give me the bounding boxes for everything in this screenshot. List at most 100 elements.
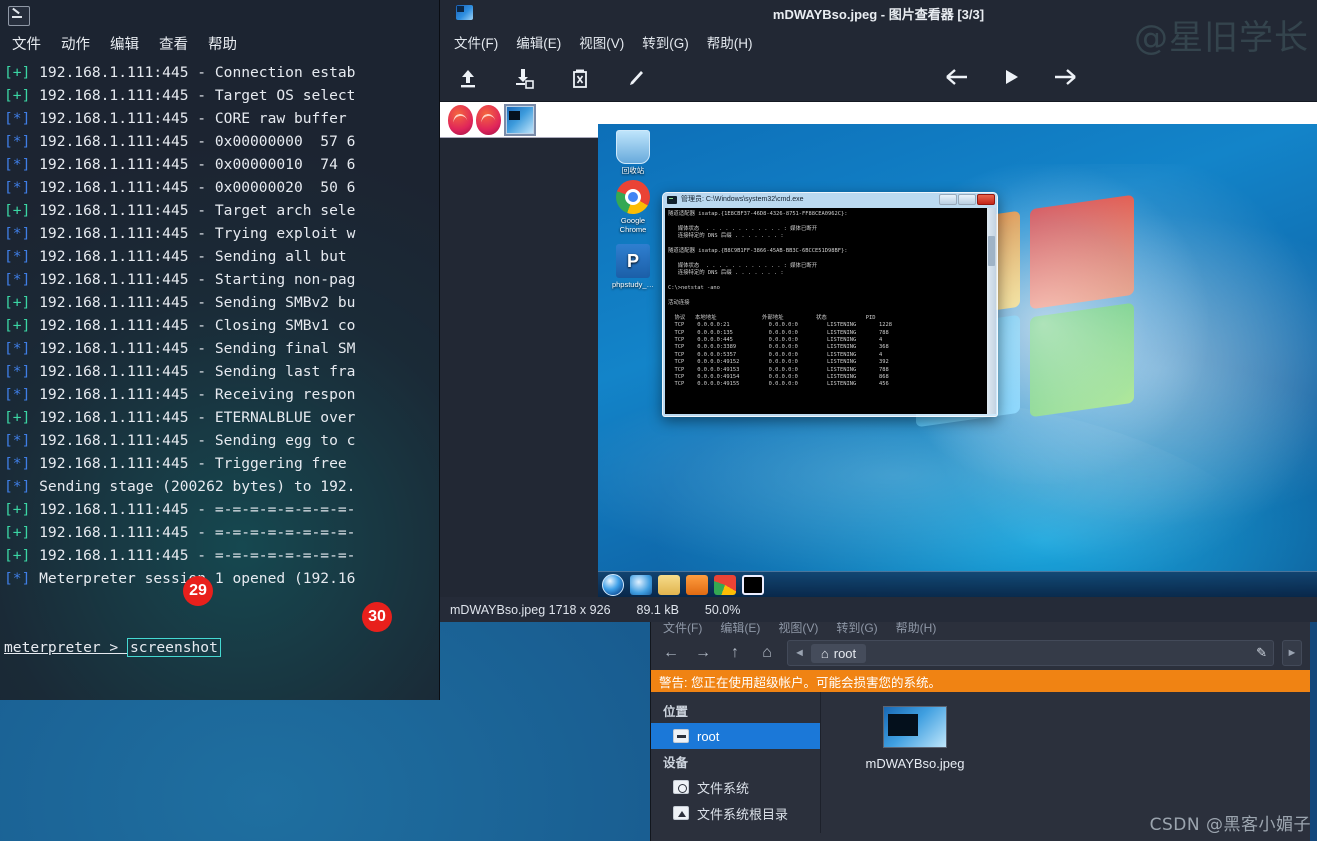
sidebar-item-filesystem[interactable]: 文件系统 <box>651 774 820 800</box>
terminal-line: [+] 192.168.1.111:445 - =-=-=-=-=-=-=-=- <box>4 498 439 521</box>
terminal-line: [*] 192.168.1.111:445 - Sending all but <box>4 245 439 268</box>
log-text: 192.168.1.111:445 - =-=-=-=-=-=-=-=- <box>30 547 356 564</box>
fm-menu-file[interactable]: 文件(F) <box>663 622 702 636</box>
home-icon[interactable]: ⌂ <box>755 641 779 665</box>
log-text: 192.168.1.111:445 - Sending all but <box>30 248 347 265</box>
next-arrow-icon[interactable] <box>1051 67 1077 92</box>
maximize-button <box>958 194 976 205</box>
thumbnail-item[interactable] <box>476 104 501 135</box>
sidebar-item-root[interactable]: root <box>651 723 820 749</box>
cmd-window-buttons <box>939 194 995 205</box>
viewer-toolbar[interactable] <box>440 56 1317 102</box>
log-level-tag: [*] <box>4 225 31 242</box>
file-item[interactable]: mDWAYBso.jpeg <box>855 706 975 771</box>
terminal-line: [+] 192.168.1.111:445 - Target OS select <box>4 84 439 107</box>
thumbnail-item[interactable] <box>448 104 473 135</box>
terminal-icon <box>8 6 30 26</box>
terminal-line: [*] 192.168.1.111:445 - 0x00000010 74 6 <box>4 153 439 176</box>
terminal-line: [*] 192.168.1.111:445 - Sending egg to c <box>4 429 439 452</box>
terminal-line: [*] 192.168.1.111:445 - 0x00000020 50 6 <box>4 176 439 199</box>
viewer-menu-view[interactable]: 视图(V) <box>579 32 624 52</box>
watermark-bottom-right: CSDN @黑客小媚子 <box>1149 815 1311 835</box>
image-viewer-window[interactable]: mDWAYBso.jpeg - 图片查看器 [3/3] @星旧学长 文件(F) … <box>440 0 1317 622</box>
cmd-taskbar-icon <box>742 574 764 595</box>
log-text: Sending stage (200262 bytes) to 192. <box>30 478 356 495</box>
screen: 文件 动作 编辑 查看 帮助 [+] 192.168.1.111:445 - C… <box>0 0 1317 841</box>
fm-menu-edit[interactable]: 编辑(E) <box>720 622 760 636</box>
log-level-tag: [*] <box>4 179 31 196</box>
log-level-tag: [*] <box>4 340 31 357</box>
log-level-tag: [+] <box>4 64 31 81</box>
desktop-icon-label: 回收站 <box>621 166 645 175</box>
edit-path-icon[interactable]: ✎ <box>1256 645 1267 661</box>
file-manager-sidebar[interactable]: 位置 root 设备 文件系统 文件系统根目录 <box>651 692 821 833</box>
terminal-menubar[interactable]: 文件 动作 编辑 查看 帮助 <box>0 28 439 58</box>
terminal-line: [*] Sending stage (200262 bytes) to 192. <box>4 475 439 498</box>
file-name-label: mDWAYBso.jpeg <box>865 756 965 771</box>
fm-menu-view[interactable]: 视图(V) <box>778 622 818 636</box>
chevron-right-icon[interactable]: ► <box>1282 640 1302 666</box>
file-manager-menubar[interactable]: 文件(F) 编辑(E) 视图(V) 转到(G) 帮助(H) <box>651 622 1310 636</box>
log-level-tag: [+] <box>4 547 31 564</box>
fm-menu-help[interactable]: 帮助(H) <box>896 622 937 636</box>
up-arrow-icon[interactable]: ↑ <box>723 641 747 665</box>
breadcrumb-root[interactable]: ⌂ root <box>810 643 867 663</box>
desktop-icon-label: Google Chrome <box>619 216 647 234</box>
phpstudy-icon: P <box>616 244 650 278</box>
cmd-window: 管理员: C:\Windows\system32\cmd.exe 隧道适配器 i… <box>662 192 998 417</box>
breadcrumb-label: root <box>833 645 857 661</box>
log-text: 192.168.1.111:445 - Triggering free <box>30 455 347 472</box>
chevron-left-icon[interactable]: ◄ <box>794 647 805 659</box>
thumbnail-item-selected[interactable] <box>504 103 536 136</box>
home-crumb-icon: ⌂ <box>820 645 829 661</box>
terminal-line: [*] 192.168.1.111:445 - Sending last fra <box>4 360 439 383</box>
terminal-line: [*] 192.168.1.111:445 - Receiving respon <box>4 383 439 406</box>
menu-view[interactable]: 查看 <box>159 33 188 54</box>
annotation-badge-29: 29 <box>183 576 213 606</box>
terminal-line: [+] 192.168.1.111:445 - =-=-=-=-=-=-=-=- <box>4 544 439 567</box>
sidebar-header-devices: 设备 <box>663 756 689 770</box>
log-level-tag: [+] <box>4 87 31 104</box>
desktop-icon-chrome: Google Chrome <box>606 180 660 234</box>
log-level-tag: [*] <box>4 133 31 150</box>
viewer-menu-edit[interactable]: 编辑(E) <box>516 32 561 52</box>
delete-icon[interactable] <box>552 59 608 99</box>
prompt-line-1: meterpreter > screenshot <box>4 636 439 659</box>
log-level-tag: [*] <box>4 271 31 288</box>
log-text: 192.168.1.111:445 - 0x00000010 74 6 <box>30 156 356 173</box>
menu-help[interactable]: 帮助 <box>208 33 237 54</box>
file-manager-window[interactable]: 文件(F) 编辑(E) 视图(V) 转到(G) 帮助(H) ← → ↑ ⌂ ◄ … <box>650 622 1310 841</box>
desktop-icon-recycle-bin: 回收站 <box>606 130 660 175</box>
slideshow-play-icon[interactable] <box>1001 67 1021 92</box>
viewer-nav-group[interactable] <box>945 56 1077 102</box>
log-level-tag: [*] <box>4 478 31 495</box>
back-arrow-icon[interactable]: ← <box>659 641 683 665</box>
menu-file[interactable]: 文件 <box>12 33 41 54</box>
fm-menu-goto[interactable]: 转到(G) <box>836 622 877 636</box>
menu-actions[interactable]: 动作 <box>61 33 90 54</box>
path-bar[interactable]: ◄ ⌂ root ✎ <box>787 640 1274 666</box>
file-manager-toolbar[interactable]: ← → ↑ ⌂ ◄ ⌂ root ✎ ► <box>651 636 1310 670</box>
edit-pencil-icon[interactable] <box>608 59 664 99</box>
forward-arrow-icon[interactable]: → <box>691 641 715 665</box>
root-drive-icon <box>673 806 689 820</box>
minimize-button <box>939 194 957 205</box>
upload-icon[interactable] <box>440 59 496 99</box>
terminal-output: [+] 192.168.1.111:445 - Connection estab… <box>0 58 439 590</box>
viewer-menu-help[interactable]: 帮助(H) <box>707 32 753 52</box>
log-level-tag: [+] <box>4 524 31 541</box>
previous-arrow-icon[interactable] <box>945 67 971 92</box>
media-player-icon <box>686 574 708 595</box>
sidebar-item-filesystem-root[interactable]: 文件系统根目录 <box>651 800 820 826</box>
save-as-icon[interactable] <box>496 59 552 99</box>
viewer-menu-goto[interactable]: 转到(G) <box>642 32 689 52</box>
log-text: 192.168.1.111:445 - Receiving respon <box>30 386 356 403</box>
menu-edit[interactable]: 编辑 <box>110 33 139 54</box>
cmd-titlebar: 管理员: C:\Windows\system32\cmd.exe <box>663 193 997 207</box>
viewer-menu-file[interactable]: 文件(F) <box>454 32 498 52</box>
start-orb-icon <box>602 573 624 596</box>
image-thumbnail <box>883 706 947 748</box>
terminal-window[interactable]: 文件 动作 编辑 查看 帮助 [+] 192.168.1.111:445 - C… <box>0 0 440 700</box>
log-level-tag: [*] <box>4 363 31 380</box>
log-level-tag: [+] <box>4 501 31 518</box>
